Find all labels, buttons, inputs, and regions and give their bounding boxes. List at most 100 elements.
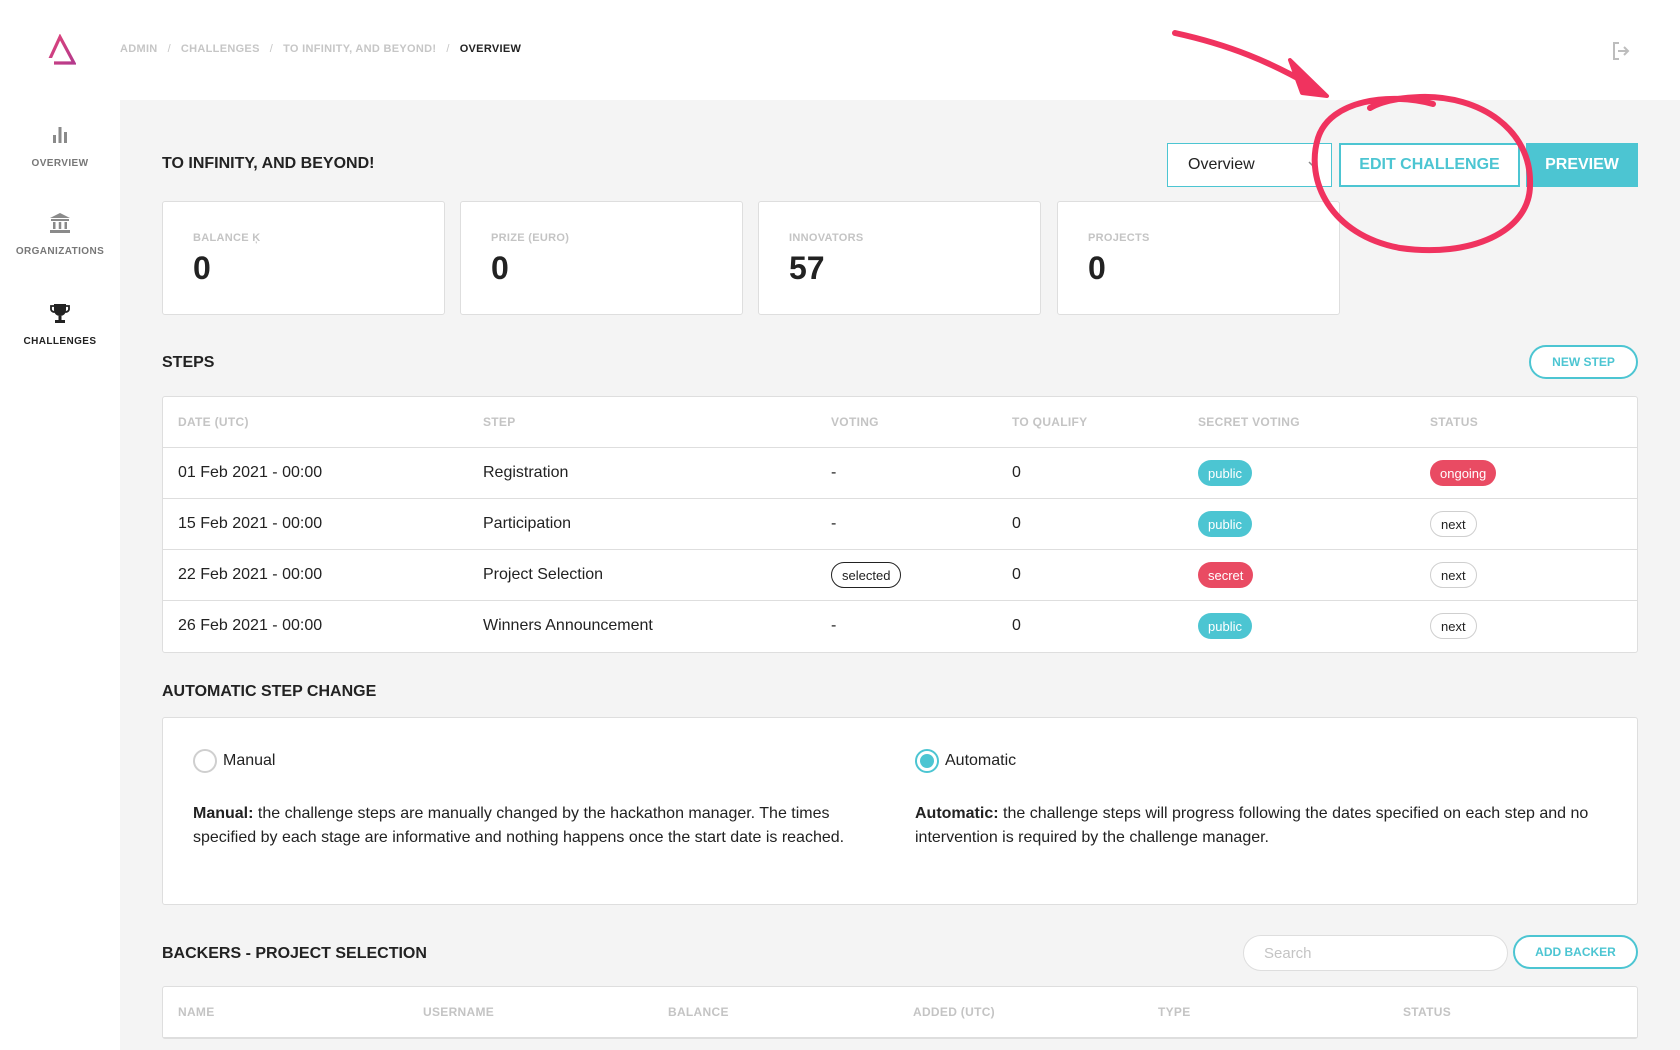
sidebar-item-organizations[interactable]: ORGANIZATIONS <box>0 211 120 259</box>
manual-description-title: Manual: <box>193 805 254 822</box>
bar-chart-icon <box>53 127 67 143</box>
manual-description-text: the challenge steps are manually changed… <box>193 805 845 846</box>
breadcrumb-item-admin[interactable]: ADMIN <box>120 43 158 55</box>
logo-icon[interactable] <box>44 34 76 66</box>
column-header[interactable]: STEP <box>483 415 516 429</box>
voting-badge: selected <box>831 562 902 588</box>
automatic-description-text: the challenge steps will progress follow… <box>915 805 1589 846</box>
breadcrumb-separator: / <box>269 43 274 55</box>
preview-button[interactable]: PREVIEW <box>1526 143 1638 187</box>
status-badge: next <box>1430 562 1477 588</box>
sidebar: OVERVIEW ORGANIZATIONS CHALLENGES <box>0 0 120 1050</box>
automatic-radio[interactable]: Automatic <box>915 749 1016 773</box>
cell-step: Registration <box>483 464 569 481</box>
table-header: DATE (UTC) STEP VOTING TO QUALIFY SECRET… <box>163 397 1637 448</box>
cell-qualify: 0 <box>1012 617 1021 634</box>
cell-step: Participation <box>483 515 572 532</box>
add-backer-button[interactable]: ADD BACKER <box>1513 935 1638 969</box>
cell-date: 22 Feb 2021 - 00:00 <box>178 566 323 583</box>
page-title: TO INFINITY, AND BEYOND! <box>162 155 375 172</box>
stat-card-innovators: INNOVATORS 57 <box>758 201 1041 315</box>
search-input[interactable] <box>1243 935 1508 971</box>
stat-card-balance: BALANCE Ķ 0 <box>162 201 445 315</box>
cell-date: 15 Feb 2021 - 00:00 <box>178 515 323 532</box>
column-header[interactable]: NAME <box>178 1005 215 1019</box>
manual-radio[interactable]: Manual <box>193 749 275 773</box>
radio-circle[interactable] <box>915 749 939 773</box>
edit-challenge-button[interactable]: EDIT CHALLENGE <box>1339 143 1520 187</box>
chevron-down-icon <box>1308 161 1318 168</box>
cell-date: 26 Feb 2021 - 00:00 <box>178 617 323 634</box>
column-header[interactable]: DATE (UTC) <box>178 415 249 429</box>
stat-label: PROJECTS <box>1088 232 1150 244</box>
new-step-button[interactable]: NEW STEP <box>1529 345 1638 379</box>
radio-circle[interactable] <box>193 749 217 773</box>
breadcrumb: ADMIN / CHALLENGES / TO INFINITY, AND BE… <box>120 43 521 55</box>
column-header[interactable]: USERNAME <box>423 1005 494 1019</box>
sidebar-item-label: OVERVIEW <box>31 158 89 169</box>
breadcrumb-current: OVERVIEW <box>459 43 522 55</box>
stat-value: 57 <box>789 250 825 286</box>
column-header[interactable]: VOTING <box>831 415 879 429</box>
trophy-icon <box>50 304 70 323</box>
column-header[interactable]: TYPE <box>1158 1005 1191 1019</box>
steps-title: STEPS <box>162 354 215 371</box>
cell-step: Project Selection <box>483 566 604 583</box>
manual-description: Manual: the challenge steps are manually… <box>193 802 873 850</box>
stat-card-prize: PRIZE (EURO) 0 <box>460 201 743 315</box>
logout-icon[interactable] <box>1610 40 1632 62</box>
secret-voting-badge: public <box>1198 460 1252 486</box>
stat-card-projects: PROJECTS 0 <box>1057 201 1340 315</box>
secret-voting-badge: public <box>1198 511 1252 537</box>
backers-title: BACKERS - PROJECT SELECTION <box>162 945 427 962</box>
table-row[interactable]: 22 Feb 2021 - 00:00 Project Selection se… <box>163 550 1637 601</box>
stat-value: 0 <box>1088 250 1106 286</box>
radio-label: Manual <box>223 752 276 769</box>
cell-voting: - <box>831 515 837 532</box>
auto-step-change-title: AUTOMATIC STEP CHANGE <box>162 683 377 700</box>
cell-step: Winners Announcement <box>483 617 653 634</box>
secret-voting-badge: public <box>1198 613 1252 639</box>
column-header[interactable]: BALANCE <box>668 1005 729 1019</box>
stat-value: 0 <box>193 250 211 286</box>
column-header[interactable]: TO QUALIFY <box>1012 415 1087 429</box>
sidebar-item-label: ORGANIZATIONS <box>15 246 105 257</box>
column-header[interactable]: STATUS <box>1403 1005 1451 1019</box>
cell-voting: - <box>831 464 837 481</box>
auto-step-change-panel: Manual Automatic Manual: the challenge s… <box>162 717 1638 905</box>
breadcrumb-item-challenges[interactable]: CHALLENGES <box>181 43 260 55</box>
stat-label: PRIZE (EURO) <box>491 232 570 244</box>
cell-voting: - <box>831 617 837 634</box>
view-select[interactable]: Overview <box>1167 143 1332 187</box>
main-content: TO INFINITY, AND BEYOND! Overview EDIT C… <box>120 100 1680 1050</box>
status-badge: ongoing <box>1430 460 1497 486</box>
steps-table: DATE (UTC) STEP VOTING TO QUALIFY SECRET… <box>162 396 1638 653</box>
cell-qualify: 0 <box>1012 566 1021 583</box>
automatic-description-title: Automatic: <box>915 805 999 822</box>
sidebar-item-label: CHALLENGES <box>23 336 97 347</box>
cell-qualify: 0 <box>1012 464 1021 481</box>
sidebar-item-overview[interactable]: OVERVIEW <box>0 123 120 171</box>
status-badge: next <box>1430 511 1477 537</box>
automatic-description: Automatic: the challenge steps will prog… <box>915 802 1595 850</box>
backers-table: NAME USERNAME BALANCE ADDED (UTC) TYPE S… <box>162 986 1638 1039</box>
table-header: NAME USERNAME BALANCE ADDED (UTC) TYPE S… <box>163 987 1637 1038</box>
sidebar-item-challenges[interactable]: CHALLENGES <box>0 301 120 349</box>
table-row[interactable]: 01 Feb 2021 - 00:00 Registration - 0 pub… <box>163 448 1637 499</box>
column-header[interactable]: SECRET VOTING <box>1198 415 1300 429</box>
institution-icon <box>50 213 70 233</box>
column-header[interactable]: ADDED (UTC) <box>913 1005 995 1019</box>
topbar: ADMIN / CHALLENGES / TO INFINITY, AND BE… <box>120 0 1680 100</box>
column-header[interactable]: STATUS <box>1430 415 1478 429</box>
radio-label: Automatic <box>945 752 1017 769</box>
stat-value: 0 <box>491 250 509 286</box>
table-row[interactable]: 15 Feb 2021 - 00:00 Participation - 0 pu… <box>163 499 1637 550</box>
breadcrumb-separator: / <box>446 43 450 55</box>
secret-voting-badge: secret <box>1198 562 1254 588</box>
breadcrumb-separator: / <box>167 43 171 55</box>
breadcrumb-item-challenge[interactable]: TO INFINITY, AND BEYOND! <box>283 43 436 55</box>
stat-label: INNOVATORS <box>789 232 864 244</box>
view-select-value: Overview <box>1188 156 1255 173</box>
table-row[interactable]: 26 Feb 2021 - 00:00 Winners Announcement… <box>163 601 1637 652</box>
cell-date: 01 Feb 2021 - 00:00 <box>178 464 323 481</box>
